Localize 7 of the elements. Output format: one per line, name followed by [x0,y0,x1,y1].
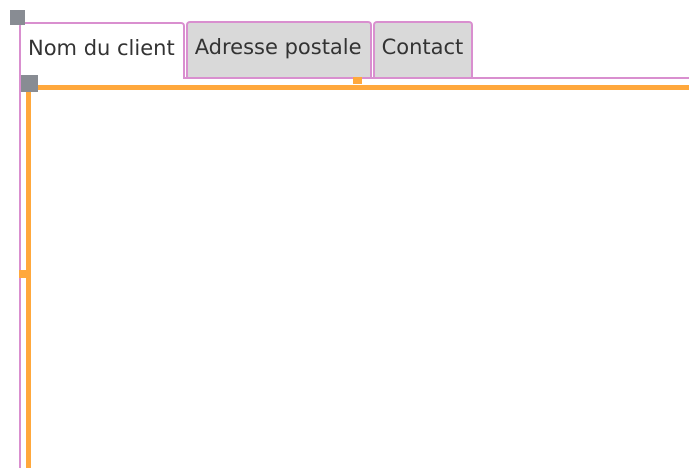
tab[interactable]: Nom du client [19,22,185,79]
resize-handle[interactable] [10,10,25,25]
anchor-handle[interactable] [19,270,26,278]
tab[interactable]: Contact [372,21,474,77]
anchor-handle[interactable] [353,77,362,84]
tab[interactable]: Adresse postale [186,21,372,77]
resize-handle[interactable] [21,75,38,92]
